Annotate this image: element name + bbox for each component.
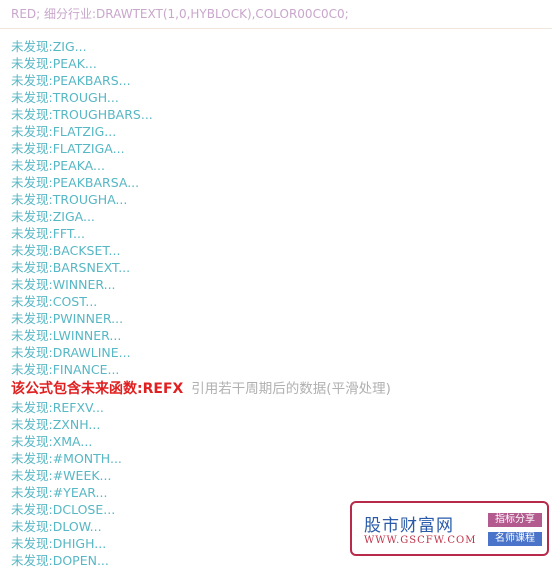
divider xyxy=(0,28,552,29)
result-item: 未发现:ZIGA... xyxy=(11,209,95,224)
result-item: 未发现:DOPEN... xyxy=(11,553,109,568)
result-item: 未发现:TROUGHA... xyxy=(11,192,128,207)
result-item: 未发现:FINANCE... xyxy=(11,362,120,377)
result-item: 未发现:#WEEK... xyxy=(11,468,112,483)
result-item: 未发现:#MONTH... xyxy=(11,451,122,466)
formula-code-line: RED; 细分行业:DRAWTEXT(1,0,HYBLOCK),COLOR00C… xyxy=(11,7,349,21)
result-item: 未发现:FFT... xyxy=(11,226,85,241)
result-item: 未发现:LWINNER... xyxy=(11,328,122,343)
watermark-url: WWW.GSCFW.COM xyxy=(364,535,477,546)
watermark-tag-indicator-share: 指标分享 xyxy=(488,513,542,527)
result-item: 未发现:REFXV... xyxy=(11,400,104,415)
top-cutoff-text: “” “” “ ” xyxy=(0,0,552,4)
result-item: 未发现:PWINNER... xyxy=(11,311,124,326)
result-item: 未发现:PEAK... xyxy=(11,56,97,71)
result-item: 未发现:DHIGH... xyxy=(11,536,107,551)
warning-label: 该公式包含未来函数:REFX xyxy=(11,381,184,397)
result-item: 未发现:PEAKBARS... xyxy=(11,73,131,88)
result-item: 未发现:FLATZIG... xyxy=(11,124,117,139)
result-item: 未发现:ZIG... xyxy=(11,39,87,54)
result-item: 未发现:PEAKBARSA... xyxy=(11,175,140,190)
watermark-tag-courses: 名师课程 xyxy=(488,532,542,546)
result-item: 未发现:WINNER... xyxy=(11,277,116,292)
watermark-site-name: 股市财富网 xyxy=(364,516,454,536)
result-item: 未发现:TROUGH... xyxy=(11,90,119,105)
check-results-list: 未发现:ZIG... 未发现:PEAK... 未发现:PEAKBARS... 未… xyxy=(11,38,391,399)
result-item: 未发现:ZXNH... xyxy=(11,417,101,432)
site-watermark: 股市财富网 WWW.GSCFW.COM 指标分享 名师课程 xyxy=(350,501,549,556)
check-results-list-continued: 未发现:REFXV... 未发现:ZXNH... 未发现:XMA... 未发现:… xyxy=(11,399,122,569)
result-item: 未发现:DCLOSE... xyxy=(11,502,116,517)
result-item: 未发现:PEAKA... xyxy=(11,158,105,173)
result-item: 未发现:DRAWLINE... xyxy=(11,345,131,360)
top-fragment: “” “” “ ” xyxy=(0,0,61,4)
result-item: 未发现:BACKSET... xyxy=(11,243,121,258)
result-item: 未发现:DLOW... xyxy=(11,519,102,534)
result-item: 未发现:FLATZIGA... xyxy=(11,141,125,156)
future-function-warning: 该公式包含未来函数:REFX 引用若干周期后的数据(平滑处理) xyxy=(11,378,391,399)
result-item: 未发现:COST... xyxy=(11,294,98,309)
result-item: 未发现:#YEAR... xyxy=(11,485,108,500)
warning-note: 引用若干周期后的数据(平滑处理) xyxy=(191,381,391,397)
result-item: 未发现:BARSNEXT... xyxy=(11,260,131,275)
result-item: 未发现:TROUGHBARS... xyxy=(11,107,153,122)
result-item: 未发现:XMA... xyxy=(11,434,93,449)
